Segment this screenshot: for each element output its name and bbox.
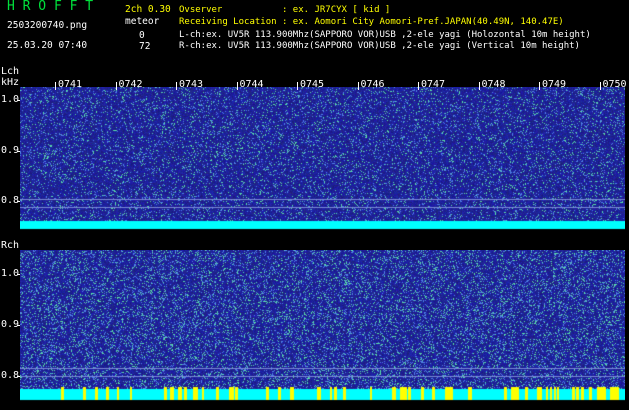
lch-unit: kHz: [1, 77, 20, 88]
lch-description: L-ch:ex. UV5R 113.900Mhz(SAPPORO VOR)USB…: [179, 30, 591, 40]
time-label: 0749: [542, 79, 567, 90]
location-line: Receiving Location : ex. Aomori City Aom…: [179, 17, 564, 27]
rch-tick-mark: [17, 376, 20, 377]
time-label: 0743: [179, 79, 204, 90]
time-tick: [357, 82, 359, 90]
rch-description: R-ch:ex. UV5R 113.900Mhz(SAPPORO VOR)USB…: [179, 41, 580, 51]
time-label: 0742: [118, 79, 143, 90]
time-label: 0744: [239, 79, 264, 90]
meteor-label: meteor: [125, 16, 160, 27]
time-tick: [418, 82, 419, 90]
time-tick: [236, 82, 238, 90]
time-tick: [599, 82, 601, 90]
file-name: 2503200740.png: [7, 20, 88, 31]
app-title: H R O F F T: [7, 0, 94, 14]
time-tick: [55, 82, 56, 90]
time-tick: [478, 82, 480, 90]
rch-tick-mark: [17, 274, 20, 275]
lch-label: Lch: [1, 66, 20, 77]
rch-tick-mark: [17, 325, 20, 326]
time-tick: [539, 82, 540, 90]
time-label: 0748: [481, 79, 506, 90]
time-label: 0745: [300, 79, 325, 90]
observer-line: Ovserver : ex. JR7CYX [ kid ]: [179, 5, 391, 15]
time-tick: [297, 82, 298, 90]
time-label: 0747: [421, 79, 446, 90]
time-tick: [115, 82, 117, 90]
capture-datetime: 25.03.20 07:40: [7, 40, 88, 51]
time-label: 0750: [602, 79, 627, 90]
channel-label: 2ch 0.30: [125, 4, 171, 15]
time-label: 0741: [58, 79, 83, 90]
hrofft-window: H R O F F T 2503200740.png 25.03.20 07:4…: [0, 0, 629, 410]
lch-tick-mark: [17, 100, 20, 101]
rch-label: Rch: [1, 240, 20, 251]
time-label: 0746: [360, 79, 385, 90]
time-tick: [176, 82, 177, 90]
rch-spectrogram[interactable]: [20, 250, 625, 402]
lch-tick-mark: [17, 151, 20, 152]
lch-spectrogram[interactable]: [20, 87, 625, 231]
lch-tick-mark: [17, 201, 20, 202]
meteor-count-rch: 72: [139, 41, 151, 52]
meteor-count-lch: 0: [139, 30, 145, 41]
